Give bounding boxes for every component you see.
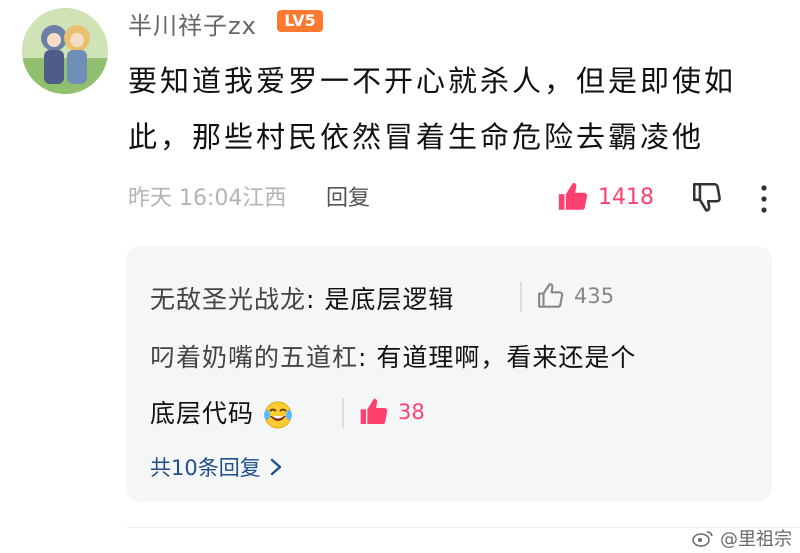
reply-divider: [342, 398, 344, 428]
reply-author[interactable]: 无敌圣光战龙: [150, 285, 306, 314]
more-replies-label: 共10条回复: [150, 456, 261, 480]
reply-item-2[interactable]: 叼着奶嘴的五道杠: 有道理啊，看来还是个: [150, 338, 636, 374]
reply-like-count: 435: [574, 284, 615, 308]
reply-text: 有道理啊，看来还是个: [376, 343, 637, 372]
reply-text: 底层代码: [150, 399, 255, 428]
avatar-image: [22, 8, 108, 94]
level-badge: LV5: [277, 10, 323, 32]
thumbs-up-icon: [360, 398, 388, 424]
thumbs-up-icon: [558, 182, 588, 210]
thumbs-down-icon[interactable]: [690, 180, 724, 214]
reply-button[interactable]: 回复: [326, 180, 370, 212]
more-options-icon[interactable]: [758, 184, 770, 214]
view-more-replies-link[interactable]: 共10条回复: [150, 452, 283, 482]
watermark: @里祖宗: [692, 525, 792, 551]
comment-text: 要知道我爱罗一不开心就杀人，但是即使如此，那些村民依然冒着生命危险去霸凌他: [128, 64, 737, 154]
reply-like-button[interactable]: 38: [358, 396, 425, 428]
like-count: 1418: [598, 184, 654, 210]
reply-separator: :: [358, 343, 377, 372]
weibo-logo-icon: [692, 531, 713, 547]
avatar[interactable]: [22, 8, 108, 94]
laughing-crying-emoji-icon: [263, 401, 292, 429]
reply-like-count: 38: [398, 400, 425, 424]
reply-text: 是底层逻辑: [324, 285, 455, 314]
like-button[interactable]: 1418: [556, 180, 654, 214]
thumbs-up-outline-icon: [538, 283, 564, 308]
watermark-text: @里祖宗: [720, 529, 792, 550]
reply-separator: :: [306, 285, 325, 314]
reply-divider: [520, 282, 522, 312]
chevron-right-icon: [270, 458, 281, 476]
username[interactable]: 半川祥子zx: [128, 6, 257, 41]
reply-item-2-continued: 底层代码: [150, 394, 293, 430]
reply-like-button[interactable]: 435: [536, 281, 614, 311]
reply-item-1[interactable]: 无敌圣光战龙: 是底层逻辑: [150, 280, 454, 316]
comment-time-location: 昨天 16:04江西: [128, 186, 287, 211]
reply-author[interactable]: 叼着奶嘴的五道杠: [150, 343, 358, 372]
